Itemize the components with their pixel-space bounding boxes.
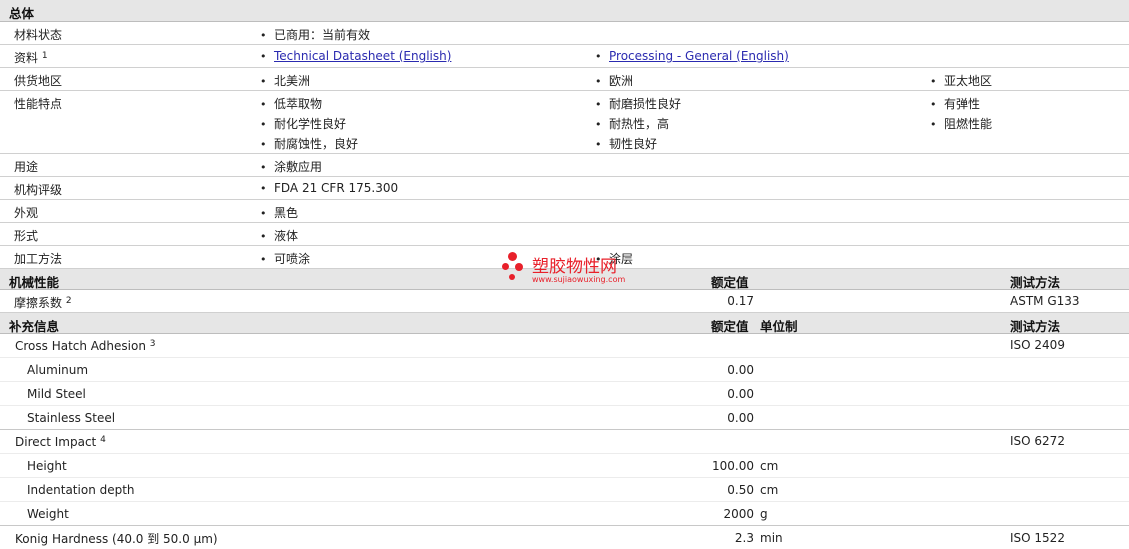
column-header-test-method: 测试方法 [1010,275,1061,290]
row-label: Indentation depth [27,483,135,497]
row-value: 亚太地区 [944,72,992,89]
group-label: Cross Hatch Adhesion 3 [15,339,156,353]
table-row: Mild Steel 0.00 [0,382,1129,406]
section-header-general: 总体 [0,0,1129,22]
general-row-status: 材料状态 已商用：当前有效 [0,22,1129,45]
doc-link-processing-general[interactable]: Processing - General (English) [609,49,789,63]
row-label: Weight [27,507,69,521]
watermark-url: www.sujiaowuxing.com [532,275,626,284]
section-title: 总体 [9,6,35,21]
row-test-method: ASTM G133 [1010,294,1080,308]
row-label: Mild Steel [27,387,86,401]
general-row-agency: 机构评级 FDA 21 CFR 175.300 [0,177,1129,200]
row-value: 0.17 [727,294,754,308]
row-label: Konig Hardness (40.0 到 50.0 µm) [15,532,218,546]
logo-dot [509,274,515,280]
mechanical-row-friction: 摩擦系数 2 0.17 ASTM G133 [0,290,1129,313]
row-unit: g [760,507,768,521]
general-row-docs: 资料 1 Technical Datasheet (English) Proce… [0,45,1129,68]
column-header-unit: 单位制 [760,319,798,334]
row-value: 欧洲 [609,72,633,89]
row-label: 供货地区 [14,74,63,88]
row-label: 外观 [14,206,39,220]
group-label: Direct Impact 4 [15,435,106,449]
watermark-title: 塑胶物性网 [532,257,617,277]
row-test-method: ISO 6272 [1010,434,1065,448]
group-header-direct-impact: Direct Impact 4 ISO 6272 [0,430,1129,454]
row-test-method: ISO 1522 [1010,531,1065,545]
table-row: Indentation depth 0.50 cm [0,478,1129,502]
row-value: 可喷涂 [274,250,310,267]
general-row-regions: 供货地区 北美洲 欧洲 亚太地区 [0,68,1129,91]
row-label: 摩擦系数 2 [14,296,72,310]
row-unit: cm [760,459,779,473]
row-value: 0.50 [727,483,754,497]
row-value: 韧性良好 [609,135,657,152]
row-label: Aluminum [27,363,89,377]
row-value: 耐热性，高 [609,115,669,132]
row-unit: cm [760,483,779,497]
logo-dot [502,263,509,270]
section-title: 补充信息 [9,319,60,334]
row-label: 材料状态 [14,28,63,42]
row-value: 0.00 [727,411,754,425]
row-unit: min [760,531,783,545]
row-label: 加工方法 [14,252,63,266]
row-value: 已商用：当前有效 [274,26,370,43]
row-value: 液体 [274,227,298,244]
row-label: 资料 1 [14,51,48,65]
row-value: 有弹性 [944,95,980,112]
row-value: FDA 21 CFR 175.300 [274,181,398,195]
row-value: 阻燃性能 [944,115,992,132]
row-value: 2000 [723,507,754,521]
logo-dot [515,263,523,271]
row-value: 耐磨损性良好 [609,95,681,112]
row-value: 耐化学性良好 [274,115,346,132]
section-header-supplementary: 补充信息 额定值 单位制 测试方法 [0,313,1129,334]
row-label: Height [27,459,67,473]
general-row-features: 性能特点 低萃取物 耐磨损性良好 有弹性 耐化学性良好 耐热性，高 阻燃性能 耐… [0,91,1129,154]
table-row: Stainless Steel 0.00 [0,406,1129,430]
row-value: 0.00 [727,363,754,377]
row-value: 2.3 [734,531,754,545]
row-value: 涂敷应用 [274,158,322,175]
column-header-test-method: 测试方法 [1010,319,1061,334]
general-row-appearance: 外观 黑色 [0,200,1129,223]
row-value: 100.00 [712,459,754,473]
column-header-value: 额定值 [711,319,749,334]
row-label: Stainless Steel [27,411,116,425]
logo-dot [508,252,517,261]
row-label: 机构评级 [14,183,63,197]
row-value: 北美洲 [274,72,310,89]
row-value: 黑色 [274,204,298,221]
group-header-cross-hatch: Cross Hatch Adhesion 3 ISO 2409 [0,334,1129,358]
section-title: 机械性能 [9,275,60,290]
row-label: 形式 [14,229,39,243]
row-value: 低萃取物 [274,95,322,112]
table-row: Weight 2000 g [0,502,1129,526]
row-label: 用途 [14,160,39,174]
table-row: Height 100.00 cm [0,454,1129,478]
column-header-value: 额定值 [711,275,749,290]
row-value: 耐腐蚀性，良好 [274,135,358,152]
general-row-uses: 用途 涂敷应用 [0,154,1129,177]
row-value: 0.00 [727,387,754,401]
row-test-method: ISO 2409 [1010,338,1065,352]
table-row: Aluminum 0.00 [0,358,1129,382]
general-row-form: 形式 液体 [0,223,1129,246]
watermark-logo: 塑胶物性网 www.sujiaowuxing.com [500,250,640,290]
row-label: 性能特点 [14,97,63,111]
doc-link-technical-datasheet[interactable]: Technical Datasheet (English) [274,49,451,63]
